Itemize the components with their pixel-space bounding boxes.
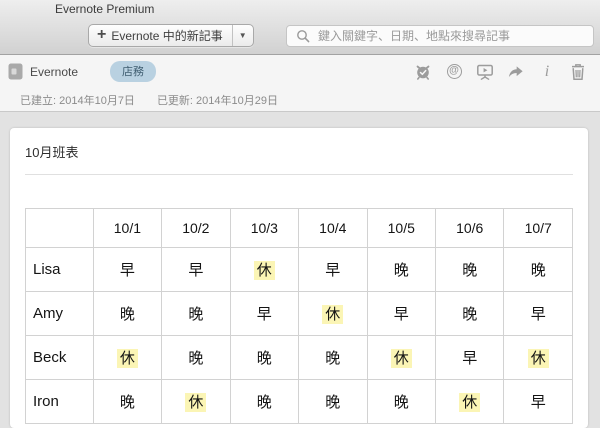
date-header-cell: 10/1 — [92, 208, 163, 248]
highlighted-shift: 休 — [390, 349, 412, 368]
shift-cell: 晚 — [229, 379, 300, 424]
tag-badge[interactable]: 店務 — [110, 61, 157, 82]
shift-cell: 早 — [161, 247, 231, 292]
window-title: Evernote Premium — [55, 1, 155, 16]
note-title[interactable]: 10月班表 — [25, 142, 573, 161]
shift-cell: 早 — [503, 291, 573, 336]
shift-cell: 早 — [366, 291, 436, 336]
highlighted-shift: 休 — [185, 393, 207, 412]
date-header-cell: 10/7 — [503, 208, 573, 248]
shift-cell: 休 — [503, 335, 573, 380]
new-note-button-main[interactable]: + Evernote 中的新記事 — [89, 25, 232, 46]
shift-cell: 晚 — [366, 379, 436, 424]
info-glyph: i — [544, 62, 550, 80]
note-action-icons: @ i — [414, 63, 587, 81]
shift-cell: 休 — [366, 335, 436, 380]
table-row: Beck 休晚晚晚休早休 — [25, 335, 573, 380]
search-input[interactable] — [316, 27, 584, 44]
shift-cell: 休 — [229, 247, 300, 292]
search-icon — [296, 29, 310, 43]
shift-cell: 早 — [229, 291, 300, 336]
table-row: Lisa 早早休早晚晚晚 — [25, 247, 573, 292]
employee-name-cell: Beck — [25, 335, 94, 380]
highlighted-shift: 休 — [527, 349, 549, 368]
shift-cell: 晚 — [161, 335, 231, 380]
shift-cell: 晚 — [298, 379, 368, 424]
chevron-down-icon: ▼ — [238, 31, 247, 40]
present-icon[interactable] — [476, 63, 494, 81]
shift-cell: 晚 — [366, 247, 436, 292]
table-header-row: 10/1 10/2 10/3 10/4 10/5 10/6 10/7 — [25, 208, 573, 248]
date-header-cell: 10/5 — [366, 208, 436, 248]
shift-cell: 休 — [92, 335, 163, 380]
shift-cell: 晚 — [92, 291, 163, 336]
highlighted-shift: 休 — [459, 393, 481, 412]
shift-cell: 晚 — [434, 291, 505, 336]
trash-icon[interactable] — [569, 63, 587, 81]
shift-cell: 早 — [298, 247, 368, 292]
shift-cell: 晚 — [161, 291, 231, 336]
title-divider — [25, 174, 573, 175]
shift-cell: 早 — [434, 335, 505, 380]
shift-cell: 早 — [503, 379, 573, 424]
share-icon[interactable] — [507, 63, 525, 81]
new-note-button[interactable]: + Evernote 中的新記事 ▼ — [88, 24, 254, 47]
work-chat-icon[interactable]: @ — [445, 63, 463, 81]
shift-cell: 休 — [161, 379, 231, 424]
at-glyph: @ — [446, 64, 462, 79]
window-titlebar: Evernote Premium — [0, 0, 600, 17]
info-icon[interactable]: i — [538, 63, 556, 81]
shift-cell: 休 — [298, 291, 368, 336]
highlighted-shift: 休 — [116, 349, 138, 368]
highlighted-shift: 休 — [253, 261, 275, 280]
table-row: Iron 晚休晚晚晚休早 — [25, 379, 573, 424]
note-dates-row: 已建立: 2014年10月7日 已更新: 2014年10月29日 — [0, 88, 600, 111]
employee-name-cell: Amy — [25, 291, 94, 336]
corner-cell — [25, 208, 94, 248]
shift-cell: 早 — [92, 247, 163, 292]
shift-cell: 休 — [434, 379, 505, 424]
window-chrome: Evernote Premium + Evernote 中的新記事 ▼ — [0, 0, 600, 55]
notebook-name[interactable]: Evernote — [30, 65, 78, 79]
plus-icon: + — [97, 25, 107, 43]
shift-table: 10/1 10/2 10/3 10/4 10/5 10/6 10/7 Lisa 早早休早晚晚晚… — [25, 208, 573, 424]
reminder-icon[interactable] — [414, 63, 432, 81]
note-header: Evernote 店務 @ i 已建立: 2014年10月7日 已更新: 201… — [0, 55, 600, 112]
shift-cell: 晚 — [229, 335, 300, 380]
notebook-icon — [8, 63, 23, 80]
search-field[interactable] — [286, 24, 594, 47]
highlighted-shift: 休 — [322, 305, 344, 324]
date-header-cell: 10/4 — [298, 208, 368, 248]
note-content-area: 10月班表 10/1 10/2 10/3 10/4 10/5 10/6 10/7 Lisa 早… — [0, 112, 600, 428]
new-note-dropdown-button[interactable]: ▼ — [231, 25, 253, 46]
new-note-button-label: Evernote 中的新記事 — [111, 29, 223, 43]
updated-date: 已更新: 2014年10月29日 — [156, 94, 278, 107]
created-date: 已建立: 2014年10月7日 — [20, 94, 135, 107]
table-row: Amy 晚晚早休早晚早 — [25, 291, 573, 336]
date-header-cell: 10/2 — [161, 208, 231, 248]
shift-cell: 晚 — [298, 335, 368, 380]
shift-cell: 晚 — [503, 247, 573, 292]
date-header-cell: 10/6 — [434, 208, 505, 248]
employee-name-cell: Lisa — [25, 247, 94, 292]
shift-cell: 晚 — [92, 379, 163, 424]
shift-cell: 晚 — [434, 247, 505, 292]
main-toolbar: + Evernote 中的新記事 ▼ — [0, 17, 600, 54]
note-meta-row: Evernote 店務 @ i — [0, 55, 600, 88]
note-card[interactable]: 10月班表 10/1 10/2 10/3 10/4 10/5 10/6 10/7 Lisa 早… — [10, 128, 588, 428]
employee-name-cell: Iron — [25, 379, 94, 424]
table-body: Lisa 早早休早晚晚晚 Amy 晚晚早休早晚早 Beck 休晚晚晚休早休 Iron 晚休晚晚… — [25, 247, 573, 424]
date-header-cell: 10/3 — [229, 208, 300, 248]
